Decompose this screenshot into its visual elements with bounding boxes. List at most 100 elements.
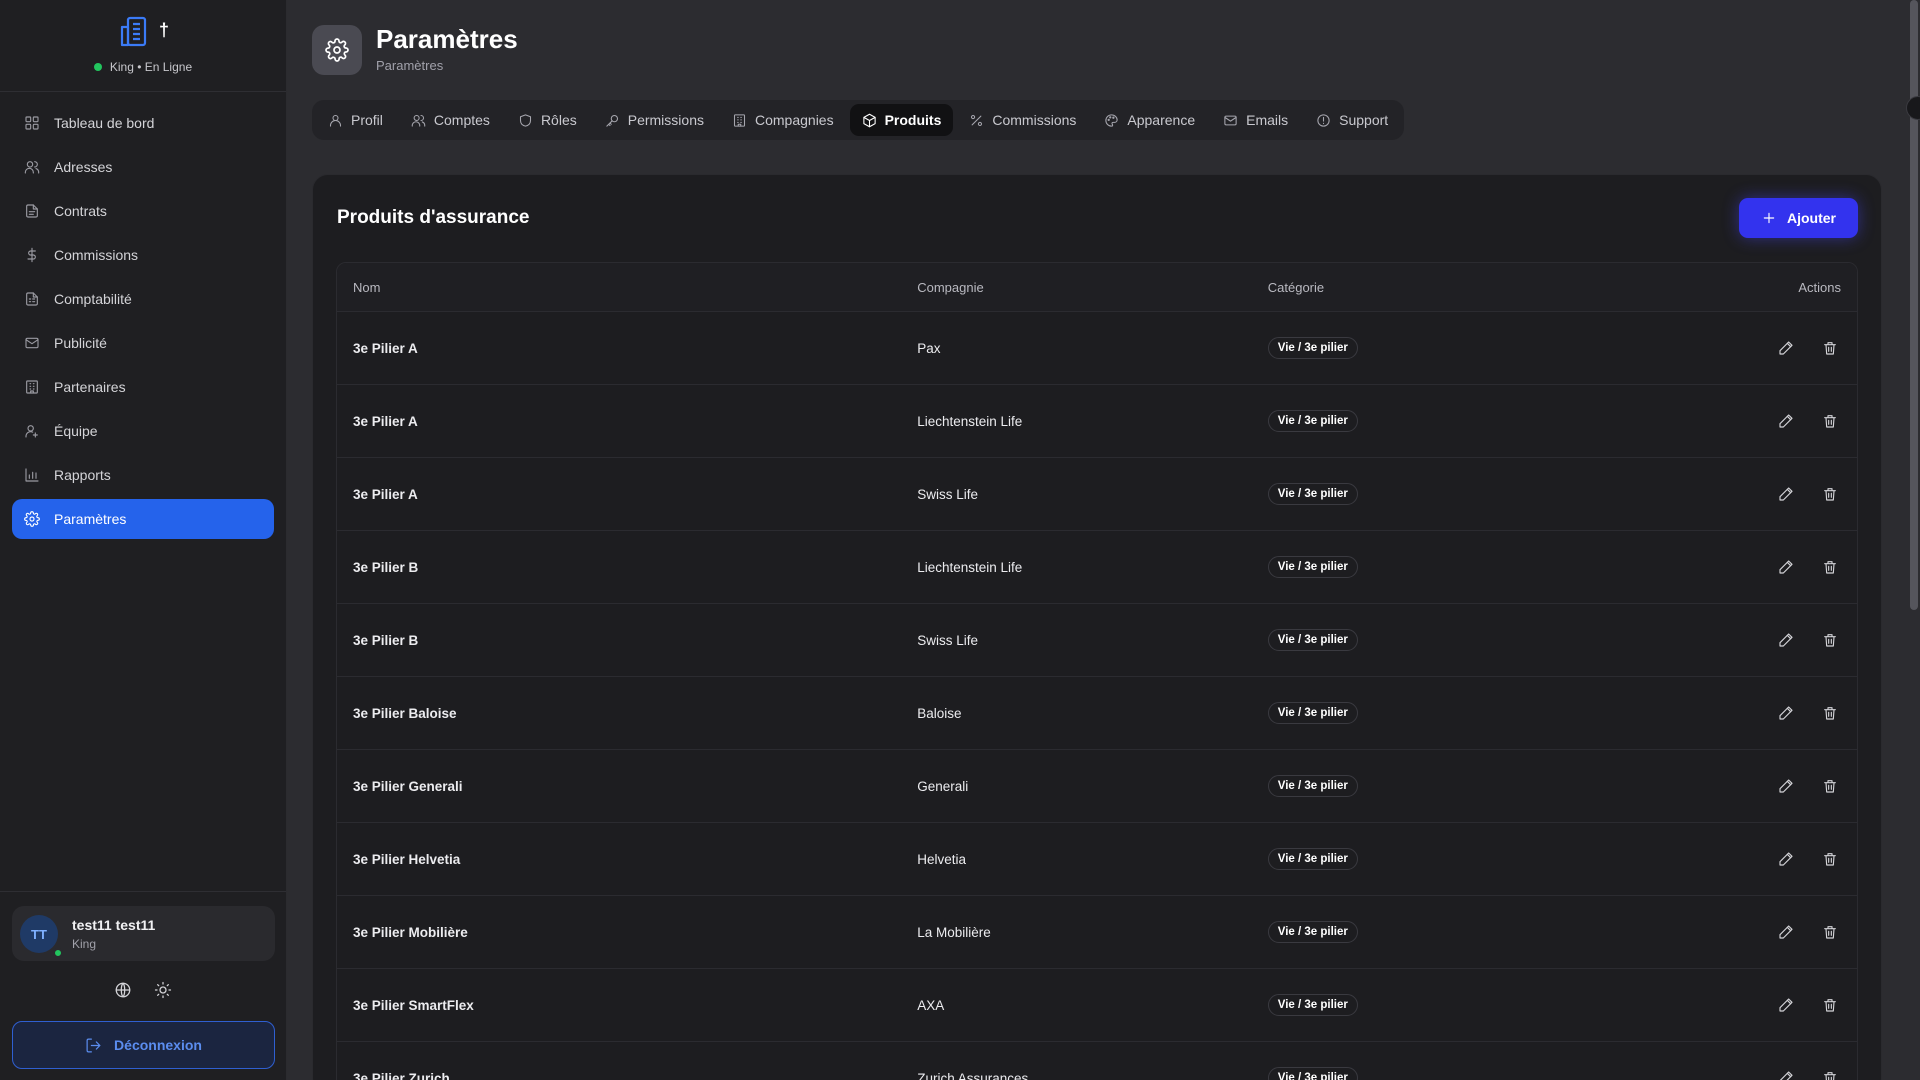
table-row: 3e Pilier A Swiss Life Vie / 3e pilier [337,458,1857,531]
category-badge: Vie / 3e pilier [1267,848,1358,870]
pencil-icon [1778,778,1794,794]
avatar: TT [20,915,58,953]
tab-produits[interactable]: Produits [849,104,954,136]
delete-button[interactable] [1819,921,1841,943]
tab-label: Profil [351,112,383,128]
logout-icon [85,1037,102,1054]
product-company: Liechtenstein Life [917,559,1023,575]
delete-button[interactable] [1819,702,1841,724]
percent-icon [969,113,984,128]
edit-button[interactable] [1775,775,1797,797]
edit-button[interactable] [1775,848,1797,870]
company-logo-icon [120,16,147,47]
product-category: Vie / 3e pilier [1267,410,1727,432]
dollar-icon [24,247,40,263]
product-company: Baloise [917,705,962,721]
tab-roles[interactable]: Rôles [506,104,589,136]
sidebar-item-partenaires[interactable]: Partenaires [12,367,274,407]
product-name: 3e Pilier A [353,413,418,429]
tab-commissions[interactable]: Commissions [957,104,1088,136]
product-category: Vie / 3e pilier [1267,775,1727,797]
tab-emails[interactable]: Emails [1211,104,1300,136]
row-actions [1727,994,1857,1016]
edge-handle[interactable] [1906,96,1920,120]
sidebar-item-label: Paramètres [54,511,127,527]
pencil-icon [1778,413,1794,429]
table-row: 3e Pilier Zurich Zurich Assurances Vie / 3… [337,1042,1857,1080]
delete-button[interactable] [1819,556,1841,578]
mail-icon [1223,113,1238,128]
add-product-button[interactable]: Ajouter [1739,198,1858,238]
delete-button[interactable] [1819,848,1841,870]
tab-label: Compagnies [754,112,834,128]
edit-button[interactable] [1775,994,1797,1016]
globe-icon[interactable] [114,981,132,999]
logout-button[interactable]: Déconnexion [12,1021,275,1069]
sun-icon[interactable] [154,981,172,999]
sidebar-item-comptabilite[interactable]: Comptabilité [12,279,274,319]
sidebar-item-tableau-de-bord[interactable]: Tableau de bord [12,103,274,143]
sidebar-item-commissions[interactable]: Commissions [12,235,274,275]
edit-button[interactable] [1775,410,1797,432]
sidebar-item-adresses[interactable]: Adresses [12,147,274,187]
column-header-name[interactable]: Nom [337,280,917,295]
edit-button[interactable] [1775,1067,1797,1080]
product-name: 3e Pilier Zurich [353,1070,450,1080]
sidebar: † King • En Ligne Tableau de bord Adress… [0,0,287,1080]
sidebar-item-equipe[interactable]: Équipe [12,411,274,451]
add-button-label: Ajouter [1787,210,1836,226]
tab-compagnies[interactable]: Compagnies [720,104,846,136]
plus-icon [1761,210,1777,226]
sidebar-item-label: Tableau de bord [54,115,155,131]
sidebar-item-contrats[interactable]: Contrats [12,191,274,231]
pencil-icon [1778,705,1794,721]
shield-icon [518,113,533,128]
row-actions [1727,556,1857,578]
delete-button[interactable] [1819,1067,1841,1080]
page-scrollbar[interactable] [1910,0,1918,610]
building-icon [732,113,747,128]
edit-button[interactable] [1775,921,1797,943]
pencil-icon [1778,559,1794,575]
edit-button[interactable] [1775,702,1797,724]
edit-button[interactable] [1775,483,1797,505]
page-title: Paramètres [376,24,518,54]
edit-button[interactable] [1775,337,1797,359]
tab-comptes[interactable]: Comptes [399,104,502,136]
column-header-actions: Actions [1798,279,1841,295]
product-name: 3e Pilier A [353,340,418,356]
delete-button[interactable] [1819,994,1841,1016]
sidebar-item-label: Contrats [54,203,107,219]
page-icon [312,25,362,75]
table-row: 3e Pilier B Liechtenstein Life Vie / 3e pi… [337,531,1857,604]
sidebar-nav: Tableau de bord Adresses Contrats Commis… [12,103,274,543]
product-company: Swiss Life [917,486,979,502]
trash-icon [1822,413,1838,429]
product-name: 3e Pilier Generali [353,778,463,794]
tab-apparence[interactable]: Apparence [1092,104,1207,136]
delete-button[interactable] [1819,410,1841,432]
sidebar-item-publicite[interactable]: Publicité [12,323,274,363]
delete-button[interactable] [1819,337,1841,359]
delete-button[interactable] [1819,483,1841,505]
table-row: 3e Pilier A Pax Vie / 3e pilier [337,312,1857,385]
tab-permissions[interactable]: Permissions [593,104,716,136]
sidebar-item-parametres[interactable]: Paramètres [12,499,274,539]
edit-button[interactable] [1775,629,1797,651]
product-category: Vie / 3e pilier [1267,848,1727,870]
tab-profil[interactable]: Profil [316,104,395,136]
row-actions [1727,410,1857,432]
row-actions [1727,629,1857,651]
tab-support[interactable]: Support [1304,104,1400,136]
sidebar-item-label: Comptabilité [54,291,132,307]
page-subtitle: Paramètres [376,58,444,73]
product-company: Pax [917,340,941,356]
delete-button[interactable] [1819,629,1841,651]
column-header-category[interactable]: Catégorie [1268,280,1727,295]
edit-button[interactable] [1775,556,1797,578]
trash-icon [1822,559,1838,575]
column-header-company[interactable]: Compagnie [917,280,1268,295]
sidebar-item-rapports[interactable]: Rapports [12,455,274,495]
user-card[interactable]: TT test11 test11 King [12,906,275,961]
delete-button[interactable] [1819,775,1841,797]
